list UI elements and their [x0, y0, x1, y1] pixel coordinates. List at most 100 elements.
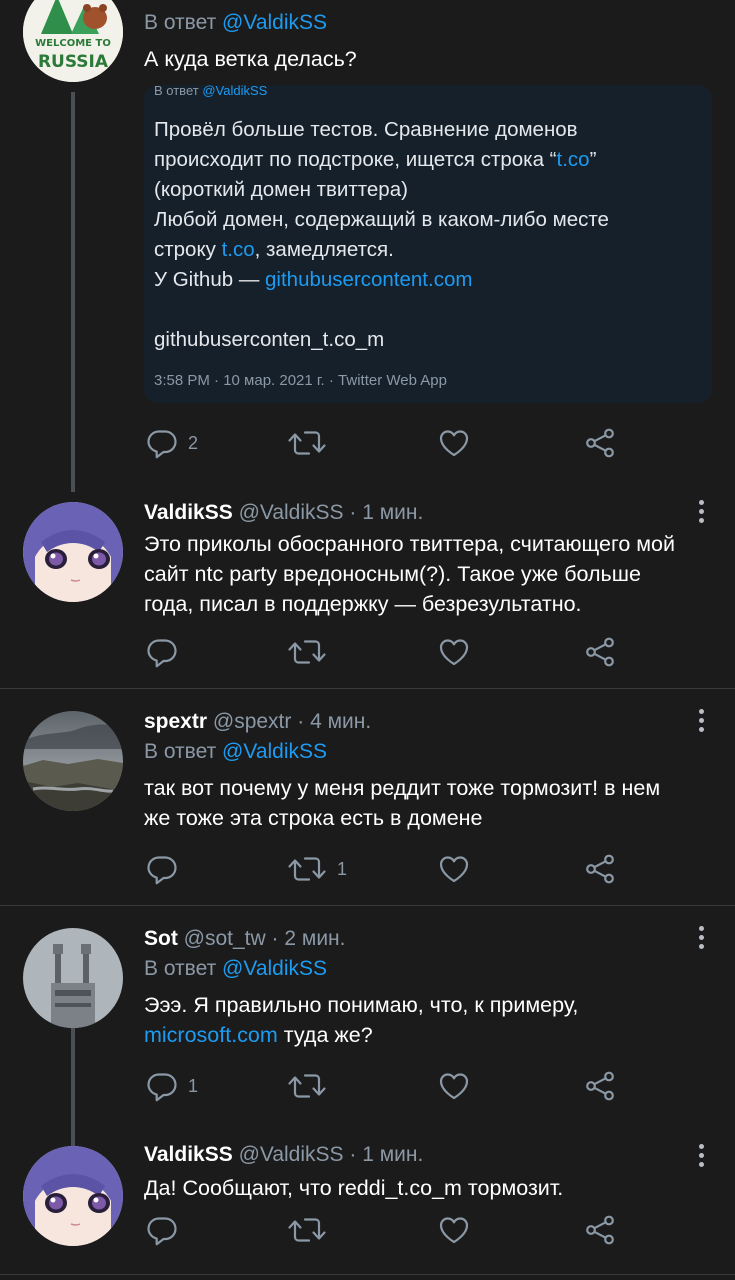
reply-button[interactable]: 1 [146, 1066, 198, 1106]
tweet-text: А куда ветка делась? [144, 47, 357, 71]
tweet[interactable]: ValdikSS @ValdikSS · 1 мин. Да! Сообщают… [0, 1126, 735, 1274]
user-handle[interactable]: @spextr [213, 710, 292, 733]
more-options-button[interactable] [699, 1144, 705, 1171]
reply-button[interactable]: 2 [146, 423, 198, 463]
tweet-actions: 1 [144, 1066, 634, 1106]
user-handle[interactable]: @sot_tw [184, 927, 266, 950]
tweet-actions: 1 [144, 849, 634, 889]
share-icon [584, 427, 616, 459]
tweet[interactable]: spextr @spextr · 4 мин. В ответ @ValdikS… [0, 689, 735, 905]
reply-prefix: В ответ [144, 11, 217, 34]
share-button[interactable] [584, 632, 616, 672]
heart-icon [438, 1070, 470, 1102]
quoted-reply-handle[interactable]: @ValdikSS [202, 85, 267, 98]
more-options-button[interactable] [699, 500, 705, 527]
display-name[interactable]: spextr [144, 710, 207, 733]
retweet-icon [287, 636, 327, 668]
retweet-button[interactable] [287, 423, 327, 463]
timestamp[interactable]: 1 мин. [362, 501, 423, 524]
welcome-to-russia-logo: WELCOME TO RUSSIA [23, 0, 123, 82]
share-icon [584, 853, 616, 885]
quoted-line: Любой домен, содержащий в каком-либо мес… [154, 208, 609, 231]
retweet-count: 1 [337, 858, 348, 879]
separator: · [349, 501, 357, 524]
reply-to: В ответ @ValdikSS [144, 954, 715, 984]
svg-text:RUSSIA: RUSSIA [38, 52, 109, 72]
quoted-reply-to: В ответ @ValdikSS [154, 85, 267, 98]
share-button[interactable] [584, 849, 616, 889]
user-handle[interactable]: @ValdikSS [239, 1143, 344, 1166]
timestamp[interactable]: 2 мин. [284, 927, 345, 950]
share-button[interactable] [584, 1210, 616, 1250]
share-icon [584, 1214, 616, 1246]
avatar[interactable] [23, 502, 123, 602]
reply-icon [146, 427, 178, 459]
divider [0, 1274, 735, 1275]
avatar-image [23, 1146, 123, 1246]
retweet-icon [287, 427, 327, 459]
tco-link[interactable]: t.co [557, 148, 590, 171]
quoted-text-fragment: происходит по подстроке, ищется строка “ [154, 148, 557, 171]
tweet[interactable]: WELCOME TO RUSSIA В ответ @ValdikSS А ку… [0, 0, 735, 492]
avatar-image [23, 502, 123, 602]
reply-count: 2 [188, 432, 199, 453]
thread-line [71, 92, 75, 492]
text-line: же тоже эта строка есть в домене [144, 806, 483, 830]
reply-handle-link[interactable]: @ValdikSS [222, 11, 327, 34]
avatar[interactable] [23, 928, 123, 1028]
quoted-line: происходит по подстроке, ищется строка “… [154, 145, 699, 175]
tweet[interactable]: ValdikSS @ValdikSS · 1 мин. Это приколы … [0, 480, 735, 688]
quoted-tweet[interactable]: В ответ @ValdikSS Провёл больше тестов. … [144, 85, 712, 403]
timestamp[interactable]: 4 мин. [310, 710, 371, 733]
tweet-text: так вот почему у меня реддит тоже тормоз… [144, 773, 715, 833]
display-name[interactable]: ValdikSS [144, 1143, 233, 1166]
retweet-button[interactable]: 1 [287, 849, 347, 889]
share-button[interactable] [584, 423, 616, 463]
tweet[interactable]: Sot @sot_tw · 2 мин. В ответ @ValdikSS Э… [0, 906, 735, 1148]
tweet-header: ValdikSS @ValdikSS · 1 мин. [144, 500, 715, 526]
heart-icon [438, 427, 470, 459]
tweet-header: spextr @spextr · 4 мин. [144, 709, 715, 735]
timestamp[interactable]: 1 мин. [362, 1143, 423, 1166]
microsoft-link[interactable]: microsoft.com [144, 1023, 278, 1047]
display-name[interactable]: ValdikSS [144, 501, 233, 524]
separator: · [271, 927, 279, 950]
retweet-button[interactable] [287, 1066, 327, 1106]
quoted-text: Провёл больше тестов. Сравнение доменов … [154, 115, 699, 355]
heart-icon [438, 636, 470, 668]
quoted-line: Провёл больше тестов. Сравнение доменов [154, 118, 578, 141]
reply-handle-link[interactable]: @ValdikSS [222, 740, 327, 763]
avatar[interactable] [23, 1146, 123, 1246]
like-button[interactable] [438, 849, 470, 889]
svg-text:WELCOME TO: WELCOME TO [35, 38, 111, 49]
reply-handle-link[interactable]: @ValdikSS [222, 957, 327, 980]
reply-button[interactable] [146, 849, 178, 889]
reply-button[interactable] [146, 1210, 178, 1250]
reply-count: 1 [188, 1075, 199, 1096]
retweet-button[interactable] [287, 632, 327, 672]
avatar[interactable] [23, 711, 123, 811]
more-options-button[interactable] [699, 709, 705, 736]
share-button[interactable] [584, 1066, 616, 1106]
tweet-header: Sot @sot_tw · 2 мин. [144, 926, 715, 952]
avatar[interactable]: WELCOME TO RUSSIA [23, 0, 123, 82]
tco-link[interactable]: t.co [222, 238, 255, 261]
user-handle[interactable]: @ValdikSS [239, 501, 344, 524]
reply-to: В ответ @ValdikSS [144, 737, 715, 767]
text-line: microsoft.com туда же? [144, 1020, 715, 1050]
githubusercontent-link[interactable]: githubusercontent.com [265, 268, 472, 291]
reply-button[interactable] [146, 632, 178, 672]
share-icon [584, 636, 616, 668]
tweet-text: Это приколы обосранного твиттера, считаю… [144, 529, 715, 619]
display-name[interactable]: Sot [144, 927, 178, 950]
more-options-button[interactable] [699, 926, 705, 953]
retweet-icon [287, 1070, 327, 1102]
like-button[interactable] [438, 632, 470, 672]
retweet-button[interactable] [287, 1210, 327, 1250]
like-button[interactable] [438, 1210, 470, 1250]
reply-icon [146, 636, 178, 668]
quoted-line: (короткий домен твиттера) [154, 178, 408, 201]
like-button[interactable] [438, 1066, 470, 1106]
like-button[interactable] [438, 423, 470, 463]
heart-icon [438, 1214, 470, 1246]
